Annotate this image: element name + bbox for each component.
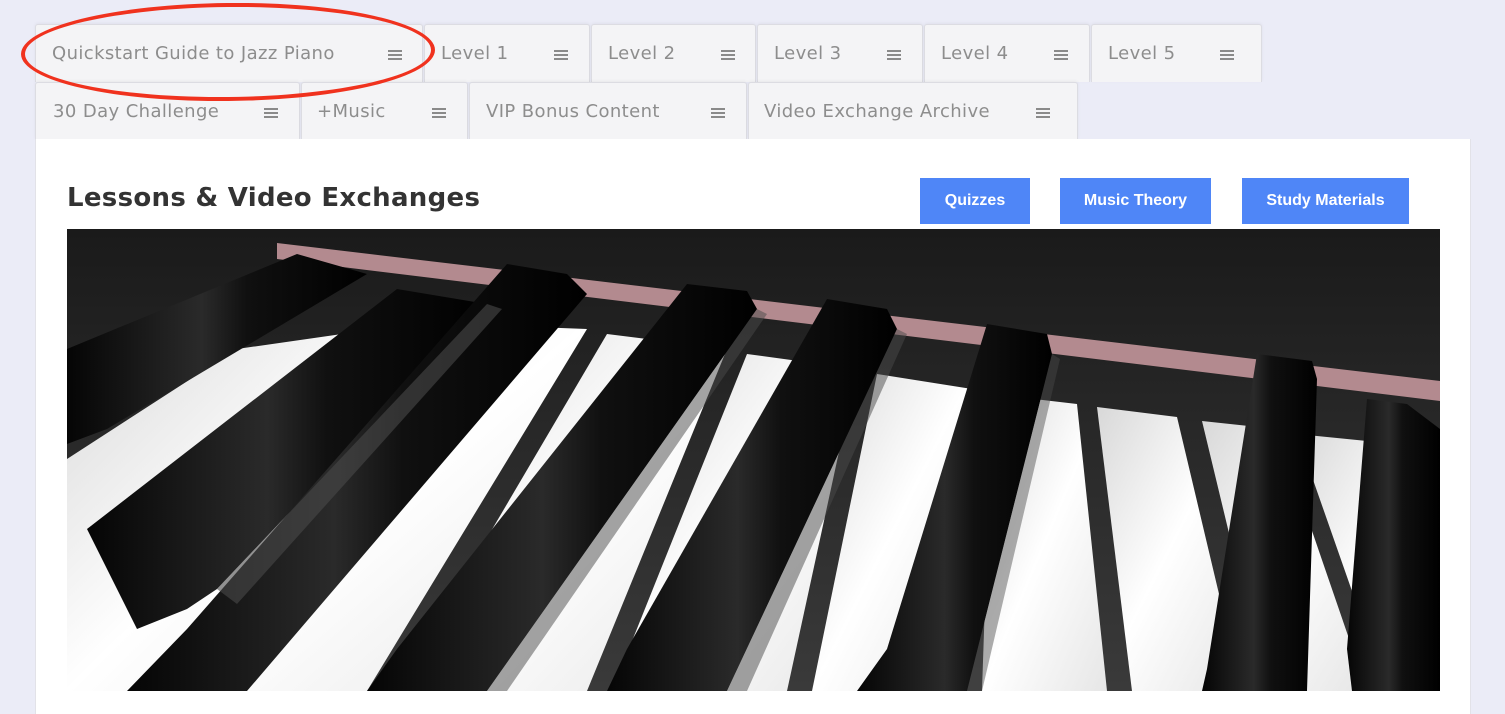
hamburger-menu-icon[interactable] <box>711 108 725 118</box>
tab-label: Level 2 <box>608 43 676 64</box>
tab-label: Video Exchange Archive <box>764 101 990 122</box>
piano-keys-hero-image <box>67 229 1440 691</box>
hamburger-menu-icon[interactable] <box>554 50 568 60</box>
hamburger-menu-icon[interactable] <box>264 108 278 118</box>
tab-level-1[interactable]: Level 1 <box>424 24 590 82</box>
tab-30-day-challenge[interactable]: 30 Day Challenge <box>35 82 300 140</box>
tab-label: 30 Day Challenge <box>53 101 220 122</box>
tab-label: Level 4 <box>941 43 1009 64</box>
tab-level-3[interactable]: Level 3 <box>757 24 923 82</box>
tab-vip-bonus-content[interactable]: VIP Bonus Content <box>469 82 747 140</box>
tab-level-5[interactable]: Level 5 <box>1091 24 1262 82</box>
study-materials-button[interactable]: Study Materials <box>1242 178 1409 224</box>
tab-label: Level 5 <box>1108 43 1176 64</box>
page-title: Lessons & Video Exchanges <box>67 183 481 213</box>
hamburger-menu-icon[interactable] <box>432 108 446 118</box>
tab-level-4[interactable]: Level 4 <box>924 24 1090 82</box>
hamburger-menu-icon[interactable] <box>1220 50 1234 60</box>
quizzes-button[interactable]: Quizzes <box>920 178 1030 224</box>
hamburger-menu-icon[interactable] <box>721 50 735 60</box>
piano-keys-illustration <box>67 229 1440 691</box>
music-theory-button[interactable]: Music Theory <box>1060 178 1211 224</box>
hamburger-menu-icon[interactable] <box>887 50 901 60</box>
tab-quickstart-guide[interactable]: Quickstart Guide to Jazz Piano <box>35 24 423 82</box>
page: Quickstart Guide to Jazz Piano Level 1 L… <box>0 0 1505 714</box>
hamburger-menu-icon[interactable] <box>1054 50 1068 60</box>
hamburger-menu-icon[interactable] <box>1036 108 1050 118</box>
tab-level-2[interactable]: Level 2 <box>591 24 756 82</box>
tab-label: Level 3 <box>774 43 842 64</box>
content-panel: Lessons & Video Exchanges Quizzes Music … <box>35 139 1471 714</box>
tab-label: Level 1 <box>441 43 509 64</box>
tab-label: Quickstart Guide to Jazz Piano <box>52 43 335 64</box>
hamburger-menu-icon[interactable] <box>388 50 402 60</box>
tab-label: VIP Bonus Content <box>486 101 660 122</box>
tab-label: +Music <box>317 101 386 122</box>
tab-plus-music[interactable]: +Music <box>301 82 468 140</box>
tab-video-exchange-archive[interactable]: Video Exchange Archive <box>748 82 1078 140</box>
